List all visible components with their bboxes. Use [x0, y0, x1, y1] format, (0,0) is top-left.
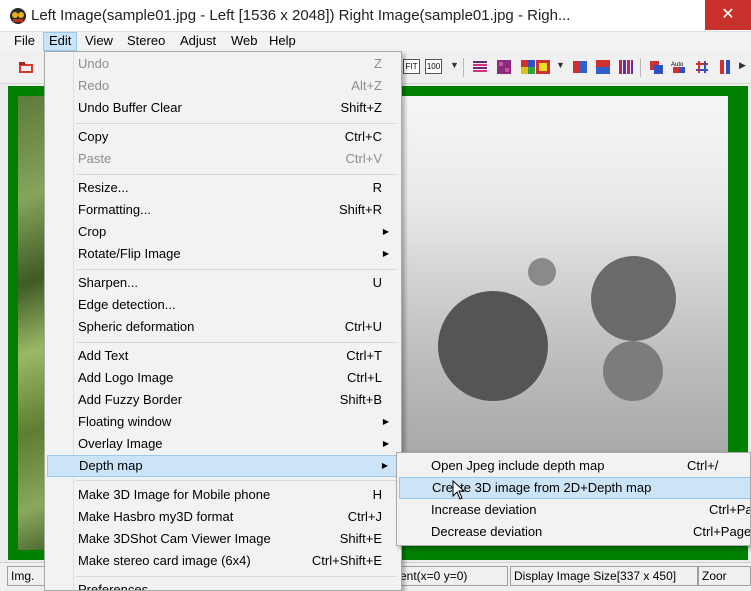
status-coordinates: ent(x=0 y=0) — [396, 566, 508, 586]
menu-item-undo-buffer-clear[interactable]: Undo Buffer Clear Shift+Z — [47, 97, 399, 119]
menu-item-crop[interactable]: Crop ▶ — [47, 221, 399, 243]
menu-item-copy[interactable]: Copy Ctrl+C — [47, 126, 399, 148]
menu-separator — [76, 269, 397, 270]
menu-item-floating-window[interactable]: Floating window ▶ — [47, 411, 399, 433]
menu-separator — [76, 174, 397, 175]
status-image-label: Img. — [7, 566, 45, 586]
edit-menu-dropdown: Undo Z Redo Alt+Z Undo Buffer Clear Shift+Z… — [44, 51, 402, 591]
fit-button[interactable]: FIT — [403, 59, 420, 74]
menu-adjust[interactable]: Adjust — [175, 32, 221, 51]
depth-flower-right — [591, 256, 676, 341]
menu-item-add-fuzzy-border[interactable]: Add Fuzzy Border Shift+B — [47, 389, 399, 411]
zoom-100-button[interactable]: 100 — [425, 59, 442, 74]
status-zoom: Zoor — [698, 566, 751, 586]
depth-map-view[interactable] — [393, 96, 728, 454]
depth-bud — [528, 258, 556, 286]
line-interlace-icon[interactable] — [472, 59, 488, 75]
mouse-pointer-icon — [452, 480, 466, 500]
submenu-item-decrease-deviation[interactable]: Decrease deviation Ctrl+Page — [399, 521, 750, 543]
depth-flower-left — [438, 291, 548, 401]
menu-item-undo[interactable]: Undo Z — [47, 53, 399, 75]
menu-item-depth-map[interactable]: Depth map ▶ — [47, 455, 399, 477]
menu-item-paste[interactable]: Paste Ctrl+V — [47, 148, 399, 170]
checker-pattern-icon[interactable] — [496, 59, 512, 75]
depth-map-submenu: Open Jpeg include depth map Ctrl+/ Create… — [396, 452, 751, 546]
toolbar-separator — [463, 58, 464, 77]
vertical-adjust-icon[interactable] — [717, 59, 733, 75]
menu-separator — [76, 123, 397, 124]
submenu-arrow-icon: ▶ — [382, 227, 389, 236]
color-mosaic-icon[interactable] — [520, 59, 536, 75]
menu-item-spheric-deformation[interactable]: Spheric deformation Ctrl+U — [47, 316, 399, 338]
menu-view[interactable]: View — [80, 32, 118, 51]
app-logo-icon[interactable] — [9, 7, 27, 25]
anaglyph-dropdown-icon[interactable]: ▼ — [556, 60, 565, 70]
menu-stereo[interactable]: Stereo — [122, 32, 170, 51]
menu-item-preferences[interactable]: Preferences — [47, 579, 399, 590]
side-by-side-icon[interactable] — [572, 59, 588, 75]
submenu-arrow-icon: ▶ — [382, 439, 389, 448]
title-bar: Left Image(sample01.jpg - Left [1536 x 2… — [0, 0, 751, 32]
status-display-size: Display Image Size[337 x 450] — [510, 566, 698, 586]
menu-item-hasbro-my3d[interactable]: Make Hasbro my3D format Ctrl+J — [47, 506, 399, 528]
over-under-icon[interactable] — [595, 59, 611, 75]
menu-item-edge-detection[interactable]: Edge detection... — [47, 294, 399, 316]
menu-item-rotate-flip[interactable]: Rotate/Flip Image ▶ — [47, 243, 399, 265]
menu-item-3dshot-cam[interactable]: Make 3DShot Cam Viewer Image Shift+E — [47, 528, 399, 550]
grid-adjust-icon[interactable] — [694, 59, 710, 75]
submenu-arrow-icon: ▶ — [381, 461, 388, 470]
swap-lr-icon[interactable] — [648, 59, 664, 75]
menu-item-add-text[interactable]: Add Text Ctrl+T — [47, 345, 399, 367]
window-title: Left Image(sample01.jpg - Left [1536 x 2… — [31, 7, 571, 24]
zoom-dropdown-icon[interactable]: ▼ — [450, 60, 459, 70]
auto-align-icon[interactable]: Auto — [671, 59, 687, 75]
menu-separator — [76, 576, 397, 577]
menu-item-redo[interactable]: Redo Alt+Z — [47, 75, 399, 97]
menu-item-overlay-image[interactable]: Overlay Image ▶ — [47, 433, 399, 455]
menu-edit[interactable]: Edit — [43, 32, 78, 51]
toolbar-separator — [640, 58, 641, 77]
menu-web[interactable]: Web — [226, 32, 263, 51]
menu-separator — [76, 480, 397, 481]
menu-item-add-logo-image[interactable]: Add Logo Image Ctrl+L — [47, 367, 399, 389]
column-interlace-icon[interactable] — [618, 59, 634, 75]
more-tools-icon[interactable]: ▶ — [739, 60, 746, 71]
submenu-arrow-icon: ▶ — [382, 249, 389, 258]
submenu-arrow-icon: ▶ — [382, 417, 389, 426]
menu-item-resize[interactable]: Resize... R — [47, 177, 399, 199]
close-button[interactable]: ✕ — [705, 0, 751, 30]
anaglyph-icon[interactable] — [535, 59, 551, 75]
open-folder-icon[interactable] — [18, 59, 34, 75]
menu-file[interactable]: File — [9, 32, 40, 51]
menu-item-stereo-card[interactable]: Make stereo card image (6x4) Ctrl+Shift+E — [47, 550, 399, 572]
depth-leaf — [603, 341, 663, 401]
menu-help[interactable]: Help — [264, 32, 301, 51]
menu-item-formatting[interactable]: Formatting... Shift+R — [47, 199, 399, 221]
menu-item-sharpen[interactable]: Sharpen... U — [47, 272, 399, 294]
submenu-item-increase-deviation[interactable]: Increase deviation Ctrl+Pa — [399, 499, 750, 521]
menu-item-mobile-3d[interactable]: Make 3D Image for Mobile phone H — [47, 484, 399, 506]
menu-separator — [76, 342, 397, 343]
menu-bar: File Edit View Stereo Adjust Web Help — [0, 32, 751, 51]
submenu-item-open-jpeg-depth[interactable]: Open Jpeg include depth map Ctrl+/ — [399, 455, 750, 477]
